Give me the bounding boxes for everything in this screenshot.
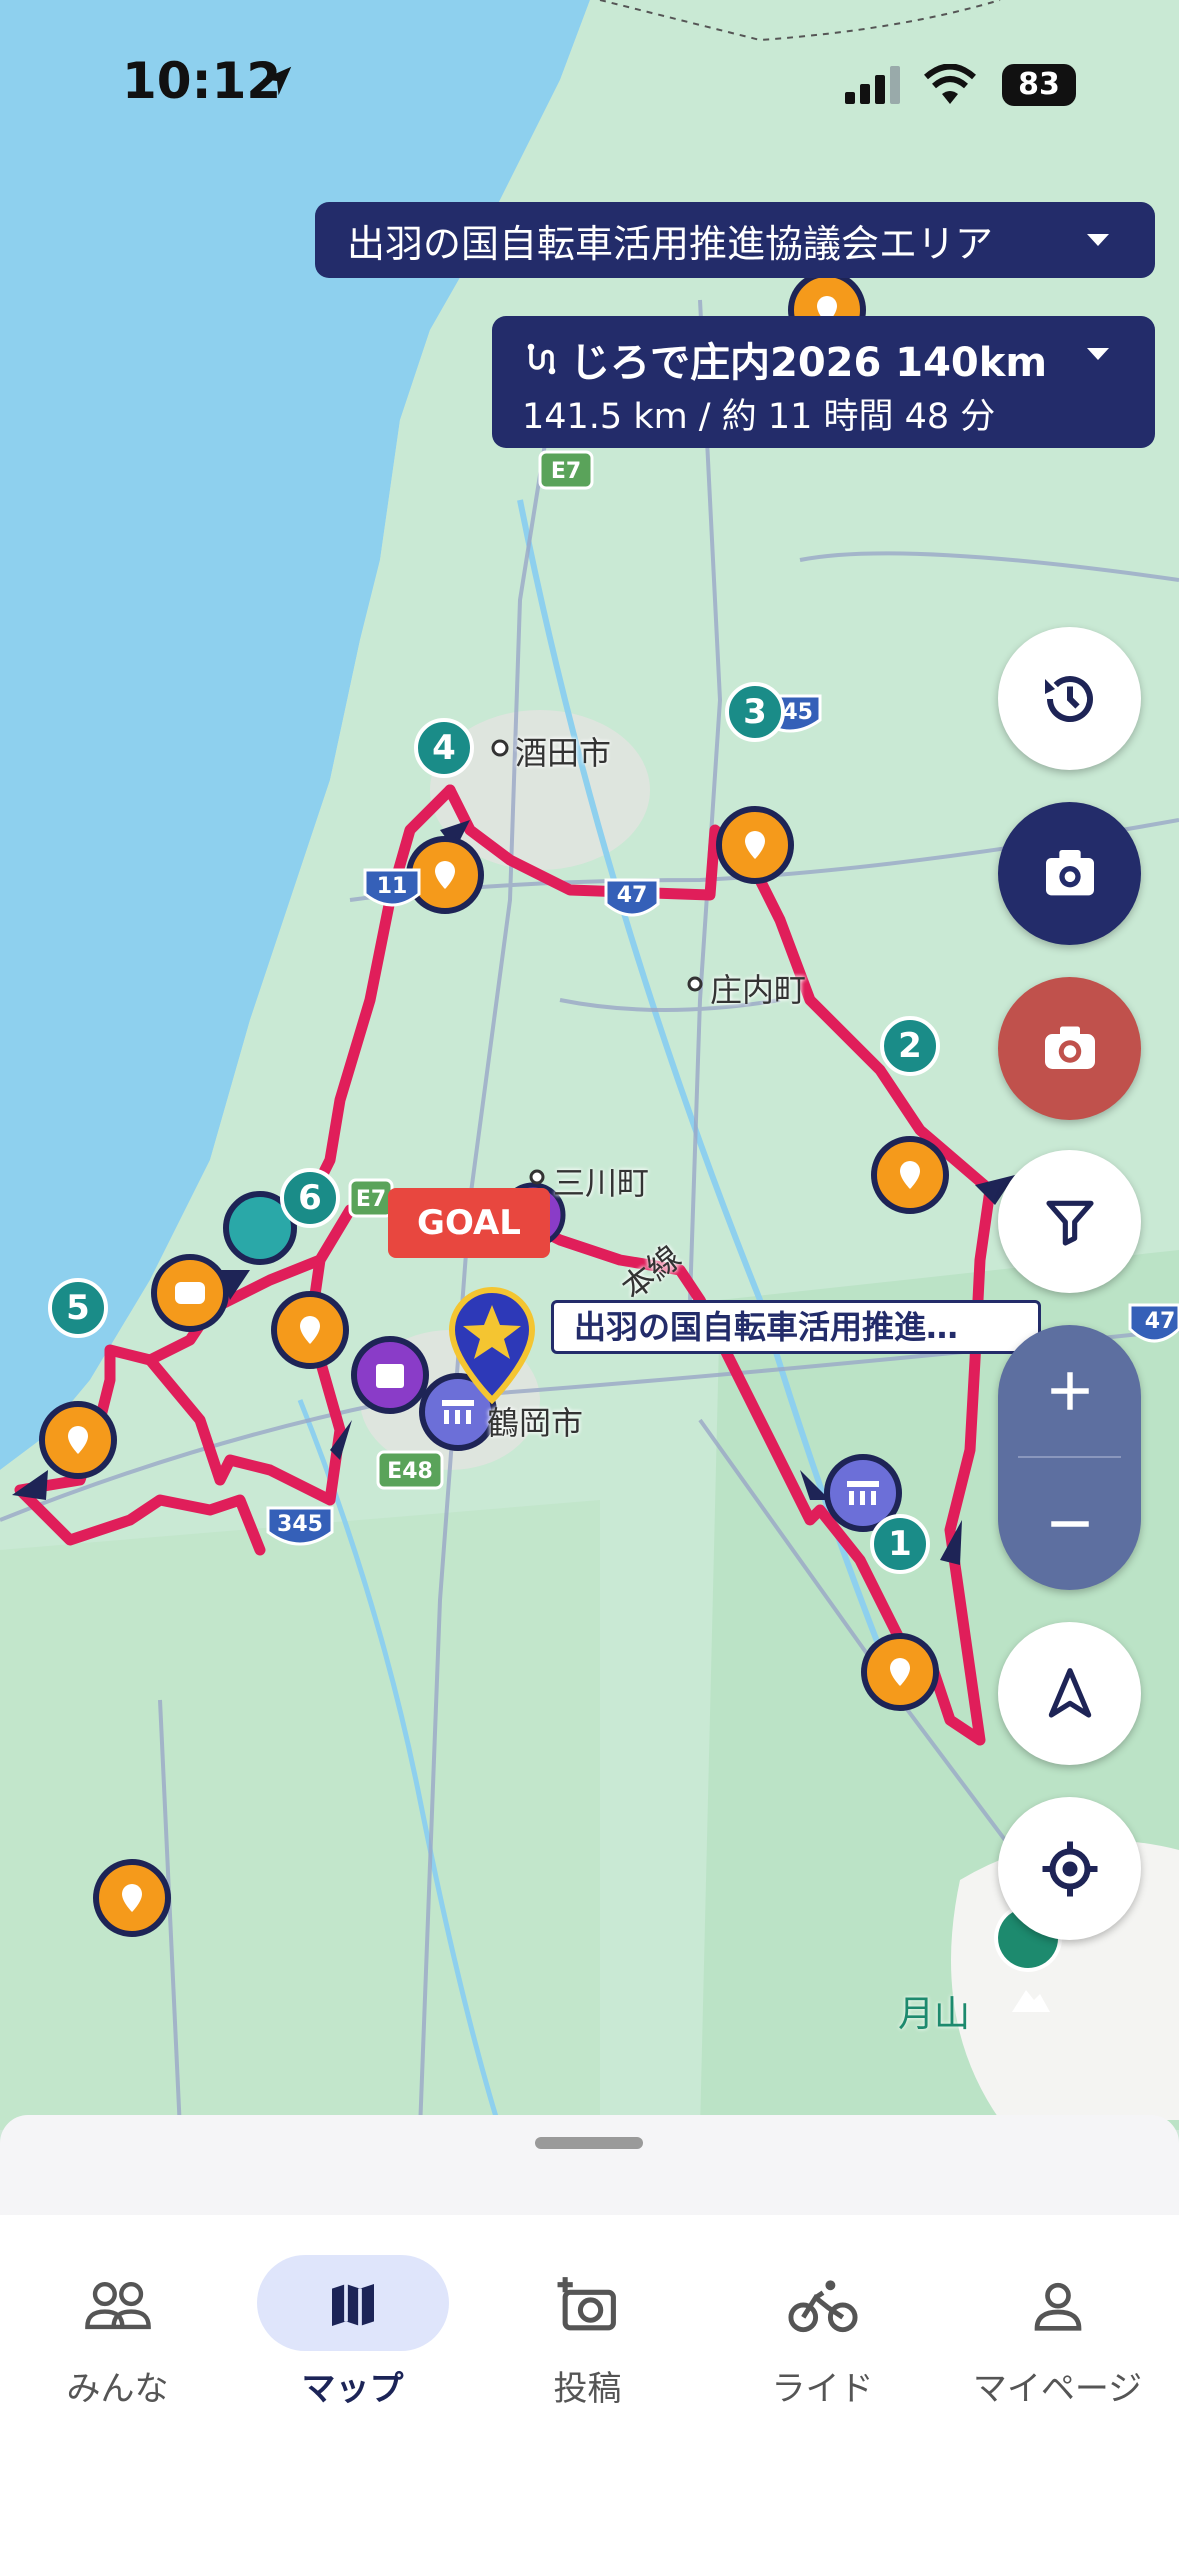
chevron-down-icon (1087, 348, 1109, 360)
poi-callout[interactable]: 出羽の国自転車活用推進… (551, 1300, 1041, 1354)
history-button[interactable] (998, 627, 1141, 770)
wifi-icon (924, 64, 976, 104)
tab-minna[interactable]: みんな (0, 2255, 235, 2425)
status-bar: 10:12 83 (0, 0, 1179, 170)
svg-text:E7: E7 (551, 459, 581, 484)
route-dropdown[interactable]: じろで庄内2026 140km 141.5 km / 約 11 時間 48 分 (492, 316, 1155, 448)
zoom-out-button[interactable] (998, 1458, 1141, 1590)
people-icon (84, 2282, 151, 2330)
checkpoint-4[interactable]: 4 (414, 718, 474, 778)
mountain-label: 月山 (898, 1994, 971, 2035)
battery-indicator: 83 (1002, 64, 1076, 106)
map-icon (331, 2284, 374, 2326)
checkpoint-5[interactable]: 5 (48, 1278, 108, 1338)
bicycle-icon (787, 2280, 858, 2333)
route-name: じろで庄内2026 140km (570, 340, 1048, 386)
svg-text:345: 345 (277, 1512, 323, 1537)
city-label-tsuruoka: 鶴岡市 (487, 1404, 584, 1442)
history-icon (1044, 675, 1093, 722)
svg-text:47: 47 (1145, 1309, 1176, 1334)
sheet-handle[interactable] (535, 2137, 643, 2149)
area-dropdown[interactable]: 出羽の国自転車活用推進協議会エリア (315, 202, 1155, 278)
checkpoint-2[interactable]: 2 (880, 1016, 940, 1076)
city-label-sakata: 酒田市 (515, 734, 612, 772)
tab-bar: みんな マップ 投稿 ライド マイページ (0, 2215, 1179, 2556)
chevron-down-icon (1087, 234, 1109, 246)
checkpoint-1[interactable]: 1 (870, 1514, 930, 1574)
tab-map[interactable]: マップ (235, 2255, 470, 2425)
person-icon (1034, 2282, 1081, 2331)
camera-button[interactable] (998, 977, 1141, 1120)
tab-label: ライド (771, 2369, 874, 2409)
filter-icon (1045, 1200, 1094, 1246)
zoom-in-button[interactable] (998, 1325, 1141, 1457)
route-icon (527, 343, 556, 375)
tab-label: マイページ (972, 2369, 1143, 2409)
tab-label: マップ (301, 2369, 404, 2409)
area-dropdown-label: 出羽の国自転車活用推進協議会エリア (347, 221, 994, 266)
camera-icon (1044, 1026, 1095, 1069)
camera-switch-icon (1045, 849, 1094, 895)
compass-button[interactable] (998, 1622, 1141, 1765)
goal-marker[interactable]: GOAL (388, 1188, 550, 1258)
svg-text:47: 47 (617, 883, 648, 908)
checkpoint-6[interactable]: 6 (280, 1168, 340, 1228)
city-label-mikawa: 三川町 (553, 1164, 650, 1202)
tab-label: みんな (66, 2369, 169, 2409)
svg-text:E7: E7 (356, 1187, 386, 1212)
minus-icon (1050, 1521, 1089, 1527)
route-info: 141.5 km / 約 11 時間 48 分 (522, 397, 996, 437)
plus-icon (1050, 1372, 1089, 1410)
navigation-arrow-icon (1048, 1667, 1091, 1718)
tab-label: 投稿 (553, 2369, 622, 2409)
add-photo-icon (557, 2277, 616, 2331)
crosshair-icon (1042, 1841, 1097, 1896)
cellular-signal-icon (845, 66, 900, 104)
tab-mypage[interactable]: マイページ (940, 2255, 1175, 2425)
city-label-shonai: 庄内町 (710, 971, 807, 1009)
zoom-control (998, 1325, 1141, 1590)
filter-button[interactable] (998, 1150, 1141, 1293)
my-location-button[interactable] (998, 1797, 1141, 1940)
tab-ride[interactable]: ライド (705, 2255, 940, 2425)
tab-post[interactable]: 投稿 (470, 2255, 705, 2425)
photo-gallery-button[interactable] (998, 802, 1141, 945)
svg-text:E48: E48 (387, 1459, 433, 1484)
checkpoint-3[interactable]: 3 (725, 682, 785, 742)
svg-text:11: 11 (377, 874, 408, 899)
location-arrow-icon (262, 66, 292, 96)
